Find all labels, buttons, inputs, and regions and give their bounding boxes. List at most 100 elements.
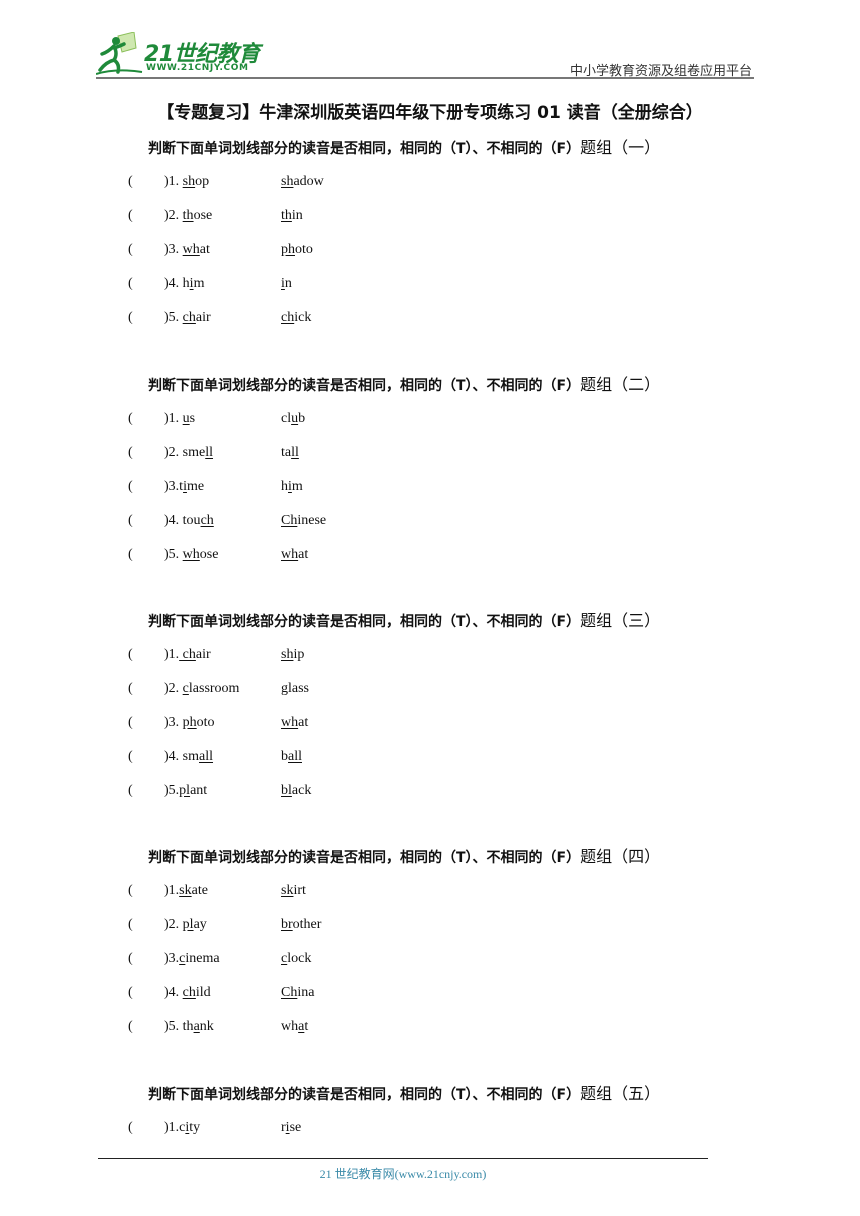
group-heading: 判断下面单词划线部分的读音是否相同，相同的（T）、不相同的（F）题组（二） bbox=[148, 371, 660, 395]
question-word-2: rise bbox=[281, 1120, 301, 1136]
question-word-1: )1.skate bbox=[164, 883, 208, 899]
group-label: 题组（四） bbox=[580, 847, 661, 866]
question-number: )3. bbox=[164, 951, 180, 966]
question-number: )4. bbox=[164, 276, 183, 291]
answer-blank[interactable]: ( bbox=[128, 783, 133, 799]
answer-blank[interactable]: ( bbox=[128, 445, 133, 461]
answer-blank[interactable]: ( bbox=[128, 208, 133, 224]
underlined-part: th bbox=[281, 208, 292, 223]
question-word-1: )3. what bbox=[164, 242, 210, 258]
answer-blank[interactable]: ( bbox=[128, 547, 133, 563]
underlined-part: wh bbox=[281, 547, 299, 562]
question-word-1: )1. chair bbox=[164, 647, 211, 663]
question-word-1: )2. play bbox=[164, 917, 207, 933]
question-number: )5. bbox=[164, 1019, 183, 1034]
answer-blank[interactable]: ( bbox=[128, 883, 133, 899]
answer-blank[interactable]: ( bbox=[128, 479, 133, 495]
answer-blank[interactable]: ( bbox=[128, 681, 133, 697]
answer-blank[interactable]: ( bbox=[128, 1019, 133, 1035]
underlined-part: Ch bbox=[281, 985, 298, 1000]
word-part: cl bbox=[281, 411, 292, 426]
answer-blank[interactable]: ( bbox=[128, 917, 133, 933]
word-part: ick bbox=[294, 310, 312, 325]
word-part: b bbox=[298, 411, 306, 426]
answer-blank[interactable]: ( bbox=[128, 951, 133, 967]
question-word-1: )4. touch bbox=[164, 513, 214, 529]
underlined-part: ch bbox=[281, 310, 295, 325]
word-part: air bbox=[195, 310, 211, 325]
logo-url: WWW.21CNJY.COM bbox=[146, 63, 249, 73]
word-part: ate bbox=[191, 883, 208, 898]
word-part: m bbox=[291, 479, 303, 494]
underlined-part: sh bbox=[182, 174, 196, 189]
underlined-part: Ch bbox=[281, 513, 298, 528]
group-instruction: 判断下面单词划线部分的读音是否相同，相同的（T）、不相同的（F） bbox=[148, 141, 581, 157]
answer-blank[interactable]: ( bbox=[128, 242, 133, 258]
site-logo[interactable]: 21世纪教育 WWW.21CNJY.COM bbox=[96, 32, 266, 76]
underlined-part: sh bbox=[281, 647, 294, 662]
group-label: 题组（二） bbox=[580, 375, 661, 394]
underlined-part: g bbox=[281, 681, 288, 696]
question-word-1: )5. whose bbox=[164, 547, 218, 563]
underlined-part: all bbox=[288, 749, 302, 764]
question-word-2: brother bbox=[281, 917, 321, 933]
answer-blank[interactable]: ( bbox=[128, 513, 133, 529]
answer-blank[interactable]: ( bbox=[128, 985, 133, 1001]
question-word-1: )5. thank bbox=[164, 1019, 214, 1035]
word-part: irt bbox=[293, 883, 306, 898]
question-word-2: club bbox=[281, 411, 305, 427]
group-label: 题组（五） bbox=[580, 1084, 661, 1103]
answer-blank[interactable]: ( bbox=[128, 411, 133, 427]
question-number: )5. bbox=[164, 547, 183, 562]
word-part: air bbox=[195, 647, 211, 662]
answer-blank[interactable]: ( bbox=[128, 174, 133, 190]
question-word-1: )3.cinema bbox=[164, 951, 220, 967]
question-word-1: )2. smell bbox=[164, 445, 213, 461]
answer-blank[interactable]: ( bbox=[128, 1120, 133, 1136]
underlined-part: wh bbox=[281, 715, 299, 730]
word-part: inese bbox=[297, 513, 327, 528]
group-instruction: 判断下面单词划线部分的读音是否相同，相同的（T）、不相同的（F） bbox=[148, 850, 581, 866]
word-part: nk bbox=[199, 1019, 214, 1034]
word-part: th bbox=[182, 1019, 194, 1034]
answer-blank[interactable]: ( bbox=[128, 276, 133, 292]
question-word-1: )1. shop bbox=[164, 174, 209, 190]
question-number: )3. bbox=[164, 479, 180, 494]
answer-blank[interactable]: ( bbox=[128, 647, 133, 663]
word-part: lassroom bbox=[188, 681, 240, 696]
footer-source[interactable]: 21 世纪教育网(www.21cnjy.com) bbox=[0, 1165, 806, 1182]
answer-blank[interactable]: ( bbox=[128, 310, 133, 326]
word-part: ose bbox=[199, 547, 219, 562]
answer-blank[interactable]: ( bbox=[128, 715, 133, 731]
word-part: ay bbox=[193, 917, 207, 932]
question-word-1: )2. classroom bbox=[164, 681, 239, 697]
group-label: 题组（三） bbox=[580, 611, 661, 630]
question-word-2: China bbox=[281, 985, 314, 1001]
underlined-part: ch bbox=[200, 513, 214, 528]
word-part: sme bbox=[182, 445, 206, 460]
word-part: sm bbox=[182, 749, 200, 764]
question-word-1: )5.plant bbox=[164, 783, 207, 799]
word-part: oto bbox=[295, 242, 313, 257]
underlined-part: bl bbox=[281, 783, 292, 798]
question-number: )3. bbox=[164, 715, 183, 730]
question-word-2: ship bbox=[281, 647, 304, 663]
word-part: ty bbox=[189, 1120, 201, 1135]
word-part: inema bbox=[185, 951, 220, 966]
answer-blank[interactable]: ( bbox=[128, 749, 133, 765]
question-word-2: black bbox=[281, 783, 311, 799]
question-number: )1. bbox=[164, 647, 180, 662]
question-word-2: Chinese bbox=[281, 513, 326, 529]
question-number: )1. bbox=[164, 1120, 180, 1135]
group-heading: 判断下面单词划线部分的读音是否相同，相同的（T）、不相同的（F）题组（三） bbox=[148, 607, 660, 631]
word-part: t bbox=[304, 1019, 309, 1034]
question-number: )2. bbox=[164, 208, 183, 223]
word-part: h bbox=[281, 479, 288, 494]
question-word-1: )1.city bbox=[164, 1120, 200, 1136]
question-number: )5. bbox=[164, 310, 183, 325]
question-word-1: )3. photo bbox=[164, 715, 215, 731]
underlined-part: ll bbox=[291, 445, 299, 460]
question-word-2: glass bbox=[281, 681, 309, 697]
underlined-part: ch bbox=[182, 310, 196, 325]
question-word-2: tall bbox=[281, 445, 299, 461]
